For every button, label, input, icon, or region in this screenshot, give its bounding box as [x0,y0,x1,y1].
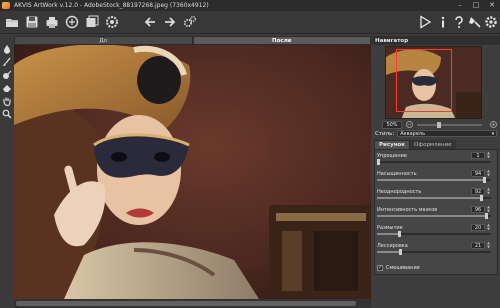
settings-tabs: Рисунок Оформление [374,140,456,149]
redo-icon[interactable] [163,15,177,29]
param-value-field[interactable]: 1 [471,152,485,159]
param-slider[interactable] [377,177,491,183]
param-slider[interactable] [377,249,491,255]
app-logo-icon [2,2,10,9]
brush-icon[interactable] [2,52,12,66]
param-row: Неоднородность 92 ▲ ▼ [375,187,497,201]
save-icon[interactable] [25,15,39,29]
scrollbar-thumb[interactable] [16,301,356,306]
param-slider[interactable] [377,195,491,201]
param-slider-fill [377,179,485,181]
param-row: Лессировка 21 ▲ ▼ [375,241,497,255]
print-icon[interactable] [45,15,59,29]
share-icon[interactable] [65,15,79,29]
param-slider-handle[interactable] [480,195,484,201]
navigator-view-frame[interactable] [396,49,452,112]
close-button[interactable]: ✕ [484,0,500,11]
horizontal-scrollbar[interactable] [14,299,371,308]
param-stepper[interactable]: ▲ ▼ [486,169,491,177]
tab-before[interactable]: До [14,36,193,45]
window-title: AKVIS ArtWork v.12.0 - AdobeStock_881972… [14,2,209,9]
param-stepper[interactable]: ▲ ▼ [486,205,491,213]
open-icon[interactable] [5,15,19,29]
run-icon[interactable] [418,15,432,29]
parameters-panel: ✓ Смешивание Упрощение 1 ▲ ▼ Насыщенность 94 ▲… [374,149,498,275]
help-icon[interactable] [452,15,466,29]
blend-option[interactable]: ✓ Смешивание [377,265,420,271]
before-after-tabs: До После [14,36,371,45]
title-bar: AKVIS ArtWork v.12.0 - AdobeStock_881972… [0,0,500,11]
param-value-field[interactable]: 20 [471,224,485,231]
window-controls: – □ ✕ [452,0,500,11]
tab-after[interactable]: После [192,36,371,45]
maximize-button[interactable]: □ [468,0,484,11]
right-panel: Навигатор 50% − + Стиль: Акварель ▾ Рису… [372,36,500,308]
stroke-direction-icon[interactable] [2,65,12,79]
param-row: Интенсивность мазков 96 ▲ ▼ [375,205,497,219]
settings-wheel-icon[interactable] [105,15,119,29]
param-slider-handle[interactable] [377,159,380,165]
param-value-field[interactable]: 96 [471,206,485,213]
dropper-icon[interactable] [2,39,12,54]
zoom-value[interactable]: 50% [382,120,402,129]
param-slider-handle[interactable] [398,231,402,237]
preferences-icon[interactable] [468,15,482,29]
info-icon[interactable] [436,15,450,29]
param-value-field[interactable]: 92 [471,188,485,195]
param-stepper[interactable]: ▲ ▼ [486,187,491,195]
param-slider-fill [377,197,482,199]
settings-icon[interactable] [484,15,498,29]
undo-icon[interactable] [143,15,157,29]
param-slider[interactable] [377,231,491,237]
tab-decoration[interactable]: Оформление [410,140,456,149]
param-stepper[interactable]: ▲ ▼ [486,223,491,231]
param-value-field[interactable]: 94 [471,170,485,177]
param-slider-handle[interactable] [399,249,403,255]
toolbar [0,11,500,34]
param-slider-handle[interactable] [482,177,486,183]
param-row: Упрощение 1 ▲ ▼ [375,151,497,165]
param-stepper[interactable]: ▲ ▼ [486,241,491,249]
style-dropdown[interactable]: Акварель ▾ [397,130,498,137]
style-row: Стиль: Акварель ▾ [372,129,500,138]
param-slider-handle[interactable] [484,213,488,219]
param-slider-fill [377,215,487,217]
param-slider-fill [377,233,400,235]
zoom-out-button[interactable]: − [406,121,413,128]
param-slider-fill [377,251,401,253]
param-stepper[interactable]: ▲ ▼ [486,151,491,159]
image-canvas[interactable] [14,45,371,299]
style-label: Стиль: [375,130,395,137]
style-dropdown-value: Акварель [400,130,426,137]
zoom-icon[interactable] [2,104,12,119]
tab-painting[interactable]: Рисунок [374,140,411,149]
blend-checkbox[interactable]: ✓ [377,265,383,271]
param-label: Неоднородность [377,189,422,195]
painted-portrait-image [14,45,371,299]
navigator-preview[interactable] [385,46,482,119]
navigator-title: Навигатор [372,36,500,45]
minimize-button[interactable]: – [452,0,468,11]
zoom-controls: 50% − + [382,120,497,129]
chevron-down-icon: ▾ [491,131,495,137]
param-value-field[interactable]: 21 [471,242,485,249]
param-row: Насыщенность 94 ▲ ▼ [375,169,497,183]
param-label: Интенсивность мазков [377,207,438,213]
param-row: Размытие 20 ▲ ▼ [375,223,497,237]
zoom-in-button[interactable]: + [490,121,497,128]
batch-icon[interactable] [85,15,99,29]
eraser-icon[interactable] [2,78,12,92]
zoom-slider-handle[interactable] [436,121,441,128]
zoom-slider[interactable] [417,121,482,128]
preferences-gear-icon[interactable] [183,15,197,29]
hand-icon[interactable] [2,91,12,107]
param-label: Насыщенность [377,171,417,177]
blend-label: Смешивание [386,265,420,271]
param-slider[interactable] [377,159,491,165]
tool-column [0,35,13,308]
param-slider[interactable] [377,213,491,219]
param-label: Упрощение [377,153,407,159]
param-label: Лессировка [377,243,408,249]
